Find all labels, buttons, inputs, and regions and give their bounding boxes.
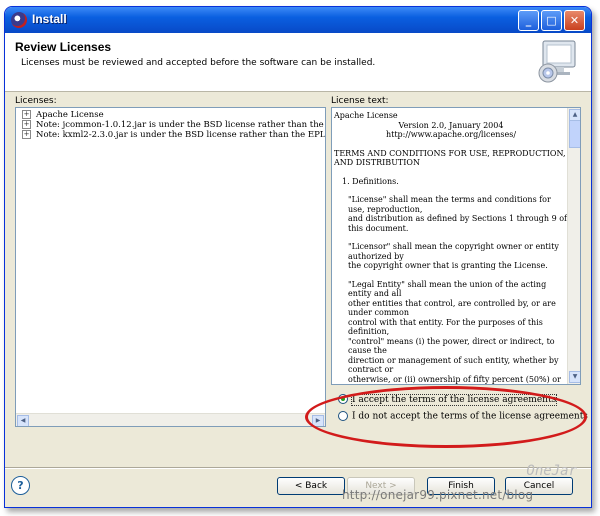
expand-icon[interactable]: + [22, 110, 31, 119]
scroll-left-icon[interactable]: ◀ [17, 415, 29, 426]
watermark-brand: OneJar [526, 463, 577, 479]
license-line: Version 2.0, January 2004 [398, 120, 504, 130]
tree-item-label: Note: jcommon-1.0.12.jar is under the BS… [36, 120, 325, 130]
license-line: and distribution as defined by Sections … [348, 214, 567, 233]
license-line: http://www.apache.org/licenses/ [385, 130, 517, 139]
license-line: otherwise, or (ii) ownership of fifty pe… [348, 374, 561, 384]
tree-item-kxml2[interactable]: + Note: kxml2-2.3.0.jar is under the BSD … [22, 130, 325, 140]
eclipse-icon [11, 12, 27, 28]
tree-item-jcommon[interactable]: + Note: jcommon-1.0.12.jar is under the B… [22, 120, 325, 130]
licenses-label: Licenses: [15, 96, 57, 106]
expand-icon[interactable]: + [22, 120, 31, 129]
title-bar[interactable]: Install _ □ ✕ [5, 7, 591, 33]
minimize-icon[interactable]: _ [518, 10, 539, 31]
license-line: TERMS AND CONDITIONS FOR USE, REPRODUCTI… [334, 148, 566, 168]
license-line: 1. Definitions. [342, 176, 399, 186]
license-text-content: Apache License Version 2.0, January 2004… [334, 111, 568, 384]
scroll-thumb[interactable] [569, 120, 580, 148]
horizontal-scrollbar[interactable]: ◀ ▶ [16, 413, 325, 426]
back-button[interactable]: < Back [277, 477, 345, 495]
license-line: control with that entity. For the purpos… [348, 317, 543, 337]
close-icon[interactable]: ✕ [564, 10, 585, 31]
window-title: Install [32, 12, 67, 26]
license-text-label: License text: [331, 96, 389, 106]
license-line: "Licensor" shall mean the copyright owne… [348, 242, 559, 261]
wizard-header: Review Licenses Licenses must be reviewe… [5, 33, 591, 92]
vertical-scrollbar[interactable]: ▲ ▼ [567, 108, 580, 384]
help-icon[interactable]: ? [11, 476, 30, 495]
highlight-ellipse [305, 386, 587, 448]
license-line: direction or management of such entity, … [348, 355, 559, 375]
page-description: Licenses must be reviewed and accepted b… [21, 58, 376, 68]
license-text-area[interactable]: Apache License Version 2.0, January 2004… [331, 107, 581, 385]
license-line: other entities that control, are control… [348, 298, 556, 318]
license-line: Apache License [334, 111, 398, 120]
footer-separator [5, 467, 591, 469]
expand-icon[interactable]: + [22, 130, 31, 139]
scroll-down-icon[interactable]: ▼ [569, 371, 580, 383]
license-line: the copyright owner that is granting the… [348, 261, 548, 270]
license-line: "Legal Entity" shall mean the union of t… [348, 279, 547, 299]
monitor-cd-icon [538, 40, 576, 83]
tree-item-label: Note: kxml2-2.3.0.jar is under the BSD l… [36, 130, 326, 140]
tree-item-apache[interactable]: + Apache License [22, 110, 325, 120]
watermark-url: http://onejar99.pixnet.net/blog [342, 488, 534, 502]
license-line: "License" shall mean the terms and condi… [348, 195, 551, 214]
page-title: Review Licenses [15, 40, 112, 54]
tree-item-label: Apache License [36, 110, 104, 120]
install-dialog: Install _ □ ✕ Review Licenses Licenses m… [4, 6, 592, 508]
license-line: "control" means (i) the power, direct or… [348, 336, 555, 356]
maximize-icon[interactable]: □ [541, 10, 562, 31]
licenses-tree[interactable]: + Apache License + Note: jcommon-1.0.12.ja… [15, 107, 326, 427]
